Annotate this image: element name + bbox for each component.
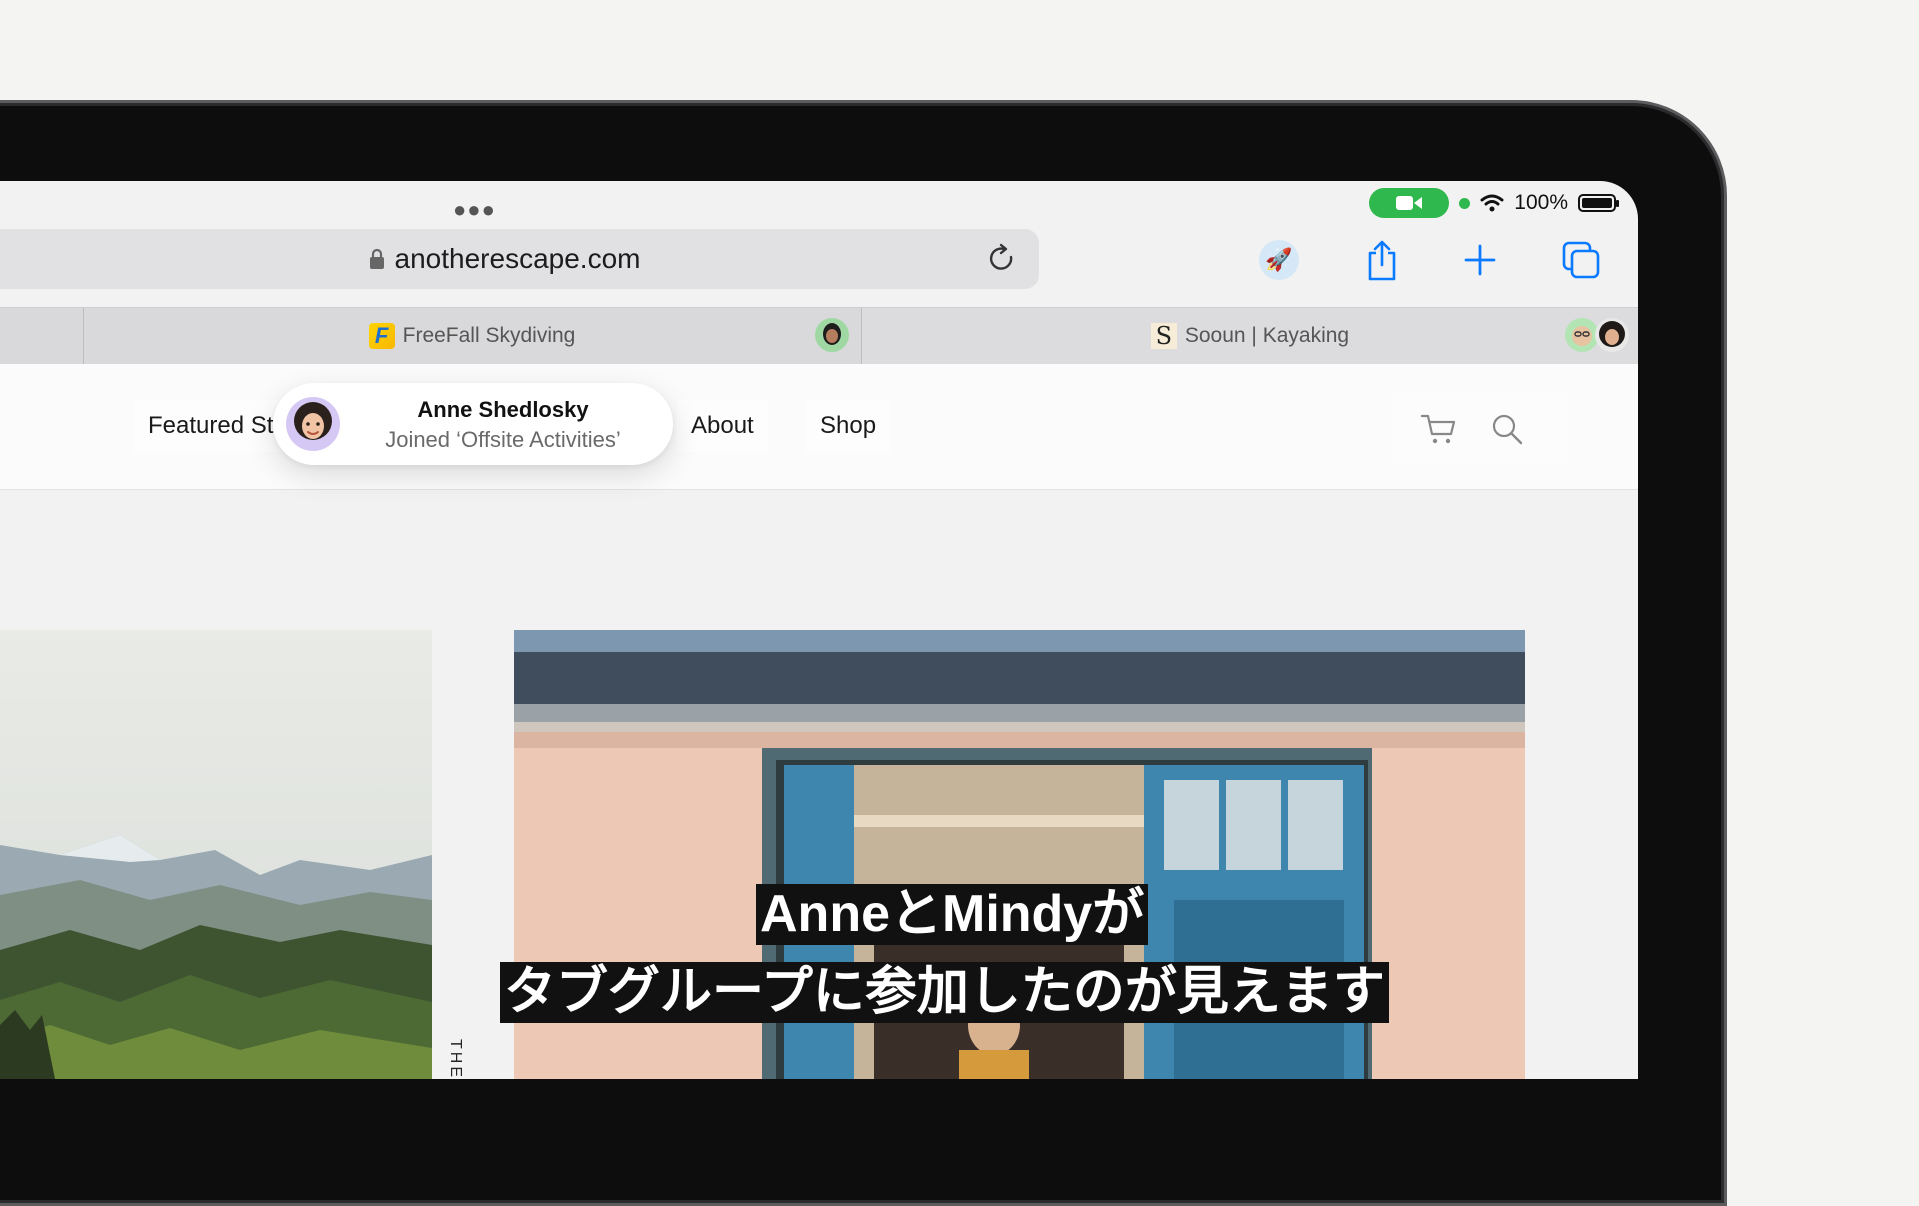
lock-icon (369, 248, 384, 269)
subtitle-line-2: タブグループに参加したのが見えます (500, 962, 1389, 1024)
rocket-icon: 🚀 (1259, 240, 1299, 280)
site-navigation: Featured St About Shop (0, 364, 1638, 490)
battery-icon (1578, 194, 1619, 212)
plus-icon (1464, 244, 1496, 276)
facetime-indicator[interactable] (1369, 188, 1450, 218)
collaborator-avatar-icon (1595, 318, 1629, 352)
nav-featured-label: Featured St (148, 412, 274, 439)
multitasking-dots[interactable]: ●●● (453, 197, 496, 223)
status-bar: 100% (1369, 187, 1619, 219)
tab-freefall-skydiving[interactable]: F FreeFall Skydiving (84, 308, 860, 364)
collaborator-avatar-icon (1565, 318, 1599, 352)
nav-shop-label: Shop (820, 412, 877, 439)
subtitle-line-1: AnneとMindyが (756, 884, 1149, 946)
video-camera-icon (1396, 196, 1423, 210)
address-bar[interactable]: anotherescape.com (0, 229, 1039, 289)
nav-shop[interactable]: Shop (806, 400, 891, 452)
reload-icon[interactable] (987, 243, 1017, 275)
share-icon (1368, 240, 1396, 281)
new-tab-button[interactable] (1455, 235, 1505, 285)
notification-name: Anne Shedlosky (417, 397, 589, 422)
search-icon[interactable] (1490, 412, 1524, 446)
battery-percent: 100% (1514, 191, 1568, 214)
collaborator-avatar-icon (815, 318, 849, 352)
nav-about-label: About (691, 412, 754, 439)
nav-featured-stories[interactable]: Featured St (134, 400, 288, 452)
nav-about[interactable]: About (677, 400, 768, 452)
wifi-icon (1480, 194, 1504, 212)
tab-title: FreeFall Skydiving (402, 324, 576, 347)
vertical-caption: THE (447, 1039, 464, 1079)
share-button[interactable] (1357, 235, 1407, 285)
freefall-favicon-icon: F (368, 323, 395, 349)
site-actions (1392, 392, 1568, 464)
url-text: anotherescape.com (394, 243, 641, 274)
tab-title: Sooun | Kayaking (1184, 324, 1350, 347)
tab-bar: F FreeFall Skydiving S Sooun | Kayaking (0, 307, 1638, 365)
tab-group-join-notification[interactable]: Anne Shedlosky Joined ‘Offsite Activitie… (273, 383, 673, 465)
camera-in-use-dot (1459, 197, 1471, 209)
extension-button[interactable]: 🚀 (1254, 235, 1304, 285)
tab-sooun-kayaking[interactable]: S Sooun | Kayaking (862, 308, 1638, 364)
tabs-icon (1562, 241, 1600, 279)
sooun-favicon-icon: S (1150, 322, 1177, 350)
cart-icon[interactable] (1420, 412, 1458, 446)
tab-overview-button[interactable] (1556, 235, 1606, 285)
landscape-image (0, 630, 432, 1079)
notification-message: Joined ‘Offsite Activities’ (385, 427, 621, 452)
